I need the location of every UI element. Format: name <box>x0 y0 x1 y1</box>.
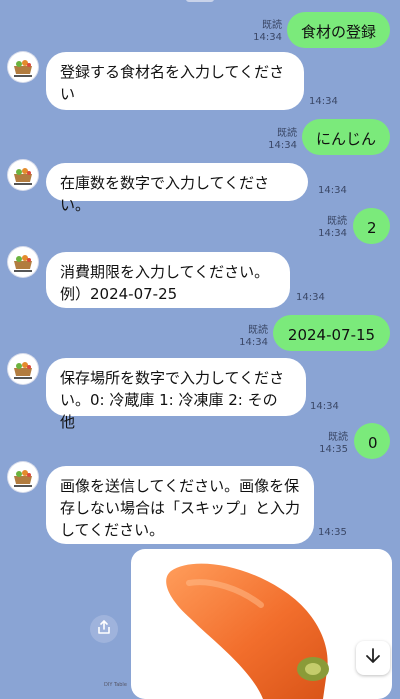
message-time: 14:34 <box>310 401 339 412</box>
message-bubble[interactable]: 2 <box>353 208 390 244</box>
read-status: 既読 <box>248 325 268 336</box>
bot-avatar[interactable] <box>8 354 38 384</box>
bot-avatar[interactable] <box>8 52 38 82</box>
message-bubble[interactable]: 2024-07-15 <box>273 315 390 351</box>
message-bubble[interactable]: 食材の登録 <box>287 12 390 48</box>
message-bubble[interactable]: 保存場所を数字で入力してください。0: 冷蔵庫 1: 冷凍庫 2: その他 <box>46 358 306 431</box>
message-time: 14:34 <box>318 228 347 239</box>
message-bubble[interactable]: 消費期限を入力してください。 例）2024-07-25 <box>46 252 290 308</box>
message-bubble[interactable]: 画像を送信してください。画像を保存しない場合は「スキップ」と入力してください。 <box>46 466 314 544</box>
share-icon <box>96 619 112 639</box>
share-button[interactable] <box>90 615 118 643</box>
message-time: 14:34 <box>309 96 338 107</box>
bot-avatar[interactable] <box>8 160 38 190</box>
message-time: 14:34 <box>268 140 297 151</box>
read-status: 既読 <box>327 216 347 227</box>
scroll-to-bottom-button[interactable] <box>356 641 390 675</box>
carrot-photo[interactable] <box>131 549 392 699</box>
message-time: 14:35 <box>318 527 347 538</box>
message-time: 14:34 <box>253 32 282 43</box>
message-bubble[interactable]: 0 <box>354 423 390 459</box>
bot-avatar[interactable] <box>8 462 38 492</box>
read-status: 既読 <box>328 432 348 443</box>
message-time: 14:34 <box>318 185 347 196</box>
photo-caption: DIY Table <box>104 682 127 688</box>
message-bubble[interactable]: 在庫数を数字で入力してください。 <box>46 163 308 214</box>
arrow-down-icon <box>364 647 382 669</box>
message-time: 14:34 <box>239 337 268 348</box>
chat-area: 既読 14:34 食材の登録 登録する食材名を入力してください 14:34 既読… <box>0 0 400 699</box>
read-status: 既読 <box>262 20 282 31</box>
message-time: 14:34 <box>296 292 325 303</box>
bot-avatar[interactable] <box>8 247 38 277</box>
read-status: 既読 <box>277 128 297 139</box>
message-time: 14:35 <box>319 444 348 455</box>
message-bubble[interactable]: 登録する食材名を入力してください <box>46 52 304 110</box>
top-handle <box>186 0 214 2</box>
message-bubble[interactable]: にんじん <box>302 119 390 155</box>
